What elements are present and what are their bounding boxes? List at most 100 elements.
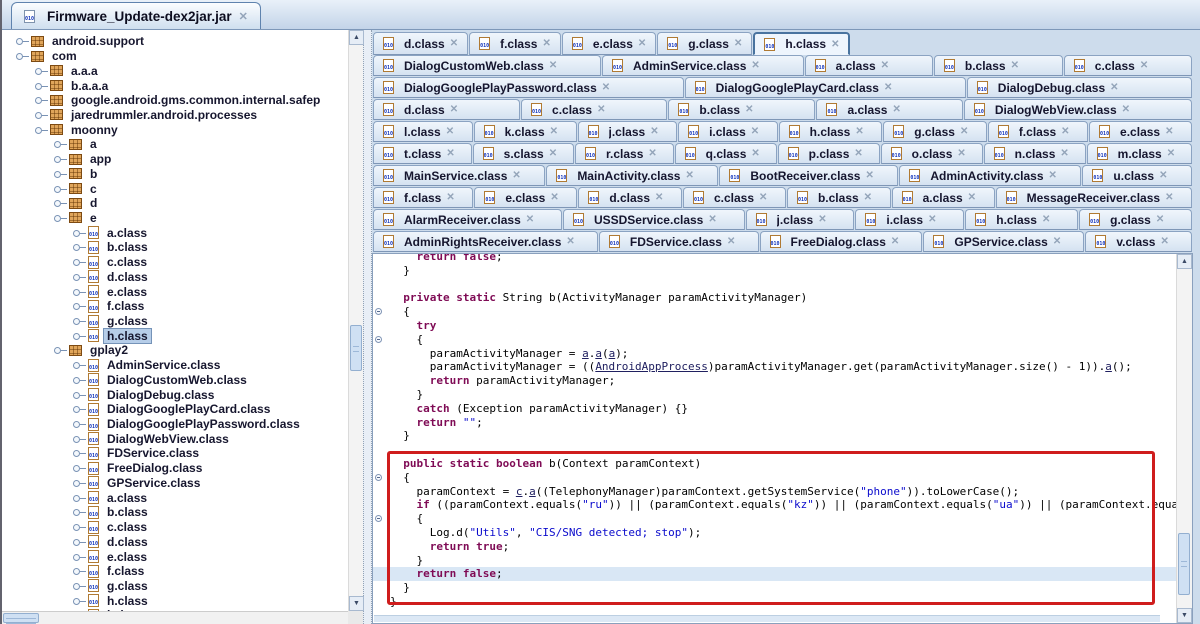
tree-vertical-scrollbar[interactable]: ▲ ▼ bbox=[348, 30, 363, 611]
editor-tab[interactable]: 010i.class✕ bbox=[855, 209, 964, 230]
close-icon[interactable]: ✕ bbox=[1110, 82, 1118, 93]
expand-handle-icon[interactable] bbox=[73, 435, 87, 443]
tree-item[interactable]: 010AdminService.class bbox=[4, 358, 348, 373]
expand-handle-icon[interactable] bbox=[73, 420, 87, 428]
expand-handle-icon[interactable] bbox=[73, 332, 87, 340]
expand-handle-icon[interactable] bbox=[54, 140, 68, 148]
collapse-handle-icon[interactable] bbox=[54, 214, 68, 222]
close-icon[interactable]: ✕ bbox=[864, 192, 872, 203]
editor-tab[interactable]: 010DialogWebView.class✕ bbox=[964, 99, 1192, 120]
tree-item[interactable]: 010g.class bbox=[4, 314, 348, 329]
editor-tab[interactable]: 010DialogGooglePlayCard.class✕ bbox=[685, 77, 966, 98]
fold-collapse-icon[interactable] bbox=[375, 336, 382, 343]
tree-item[interactable]: 010DialogWebView.class bbox=[4, 431, 348, 446]
tree-item[interactable]: 010b.class bbox=[4, 240, 348, 255]
editor-tab[interactable]: 010m.class✕ bbox=[1087, 143, 1192, 164]
expand-handle-icon[interactable] bbox=[73, 508, 87, 516]
tree-item[interactable]: 010f.class bbox=[4, 564, 348, 579]
editor-tab[interactable]: 010f.class✕ bbox=[373, 187, 473, 208]
editor-tab[interactable]: 010a.class✕ bbox=[805, 55, 933, 76]
expand-handle-icon[interactable] bbox=[73, 405, 87, 413]
tree-item[interactable]: b.a.a.a bbox=[4, 78, 348, 93]
editor-tab[interactable]: 010b.class✕ bbox=[934, 55, 1063, 76]
tree-item[interactable]: 010a.class bbox=[4, 225, 348, 240]
editor-tab[interactable]: 010i.class✕ bbox=[678, 121, 778, 142]
editor-tab[interactable]: 010l.class✕ bbox=[373, 121, 473, 142]
tree-item[interactable]: 010FreeDialog.class bbox=[4, 461, 348, 476]
editor-tab[interactable]: 010d.class✕ bbox=[373, 32, 468, 55]
editor-tab[interactable]: 010c.class✕ bbox=[683, 187, 786, 208]
expand-handle-icon[interactable] bbox=[73, 538, 87, 546]
tree-item[interactable]: 010a.class bbox=[4, 490, 348, 505]
tree-horizontal-scrollbar[interactable] bbox=[2, 611, 348, 624]
tree-item[interactable]: a.a.a bbox=[4, 63, 348, 78]
editor-tab[interactable]: 010GPService.class✕ bbox=[923, 231, 1084, 252]
close-icon[interactable]: ✕ bbox=[655, 192, 663, 203]
editor-tab[interactable]: 010AdminService.class✕ bbox=[602, 55, 804, 76]
close-icon[interactable]: ✕ bbox=[708, 214, 716, 225]
expand-handle-icon[interactable] bbox=[73, 361, 87, 369]
close-icon[interactable]: ✕ bbox=[960, 126, 968, 137]
editor-tab[interactable]: 010b.class✕ bbox=[668, 99, 815, 120]
tree-item[interactable]: 010DialogCustomWeb.class bbox=[4, 373, 348, 388]
editor-tab[interactable]: 010DialogCustomWeb.class✕ bbox=[373, 55, 601, 76]
code-link[interactable]: a bbox=[595, 347, 602, 360]
fold-collapse-icon[interactable] bbox=[375, 474, 382, 481]
close-icon[interactable]: ✕ bbox=[968, 192, 976, 203]
close-icon[interactable]: ✕ bbox=[1140, 60, 1148, 71]
tree-item[interactable]: c bbox=[4, 181, 348, 196]
close-icon[interactable]: ✕ bbox=[648, 148, 656, 159]
close-icon[interactable]: ✕ bbox=[928, 214, 936, 225]
editor-tab[interactable]: 010h.class✕ bbox=[753, 32, 850, 55]
editor-tab[interactable]: 010d.class✕ bbox=[373, 99, 520, 120]
editor-tab[interactable]: 010o.class✕ bbox=[881, 143, 983, 164]
editor-tab[interactable]: 010e.class✕ bbox=[474, 187, 577, 208]
tree-item[interactable]: 010h.class bbox=[4, 328, 348, 343]
close-icon[interactable]: ✕ bbox=[1042, 214, 1050, 225]
close-icon[interactable]: ✕ bbox=[751, 126, 759, 137]
editor-tab[interactable]: 010b.class✕ bbox=[787, 187, 891, 208]
tree-item[interactable]: 010d.class bbox=[4, 534, 348, 549]
close-icon[interactable]: ✕ bbox=[566, 236, 574, 247]
tree-item[interactable]: 010DialogGooglePlayCard.class bbox=[4, 402, 348, 417]
close-icon[interactable]: ✕ bbox=[602, 82, 610, 93]
close-icon[interactable]: ✕ bbox=[549, 60, 557, 71]
scroll-down-icon[interactable]: ▼ bbox=[349, 596, 364, 611]
editor-tab[interactable]: 010e.class✕ bbox=[1089, 121, 1192, 142]
expand-handle-icon[interactable] bbox=[73, 391, 87, 399]
editor-tab[interactable]: 010DialogDebug.class✕ bbox=[967, 77, 1192, 98]
tree-item[interactable]: google.android.gms.common.internal.safep bbox=[4, 93, 348, 108]
close-icon[interactable]: ✕ bbox=[446, 192, 454, 203]
tree-item[interactable]: app bbox=[4, 152, 348, 167]
editor-tab[interactable]: 010USSDService.class✕ bbox=[563, 209, 745, 230]
close-icon[interactable]: ✕ bbox=[892, 104, 900, 115]
expand-handle-icon[interactable] bbox=[35, 96, 49, 104]
scroll-up-icon[interactable]: ▲ bbox=[1177, 254, 1192, 269]
editor-tab[interactable]: 010c.class✕ bbox=[1064, 55, 1192, 76]
code-link[interactable]: a bbox=[582, 347, 589, 360]
jar-file-tab[interactable]: 010 Firmware_Update-dex2jar.jar ✕ bbox=[11, 2, 261, 29]
close-icon[interactable]: ✕ bbox=[542, 38, 550, 49]
editor-tab[interactable]: 010MessageReceiver.class✕ bbox=[996, 187, 1192, 208]
code-view[interactable]: return false; } private static String b(… bbox=[373, 254, 1176, 623]
tree-item[interactable]: 010DialogDebug.class bbox=[4, 387, 348, 402]
editor-tab[interactable]: 010g.class✕ bbox=[883, 121, 987, 142]
editor-tab[interactable]: 010d.class✕ bbox=[578, 187, 682, 208]
editor-tab[interactable]: 010h.class✕ bbox=[779, 121, 883, 142]
close-icon[interactable]: ✕ bbox=[1167, 148, 1175, 159]
close-icon[interactable]: ✕ bbox=[1053, 236, 1061, 247]
expand-handle-icon[interactable] bbox=[73, 376, 87, 384]
scrollbar-thumb[interactable] bbox=[3, 613, 39, 623]
tree-item[interactable]: 010d.class bbox=[4, 270, 348, 285]
editor-tab[interactable]: 010g.class✕ bbox=[657, 32, 752, 55]
editor-tab[interactable]: 010v.class✕ bbox=[1085, 231, 1192, 252]
expand-handle-icon[interactable] bbox=[73, 317, 87, 325]
tree-item[interactable]: 010c.class bbox=[4, 520, 348, 535]
tree-item[interactable]: 010h.class bbox=[4, 593, 348, 608]
code-link[interactable]: AndroidAppProcess bbox=[595, 360, 708, 373]
close-icon[interactable]: ✕ bbox=[881, 60, 889, 71]
close-icon[interactable]: ✕ bbox=[891, 236, 899, 247]
tree-item[interactable]: moonny bbox=[4, 122, 348, 137]
close-icon[interactable]: ✕ bbox=[1165, 192, 1173, 203]
close-icon[interactable]: ✕ bbox=[727, 236, 735, 247]
